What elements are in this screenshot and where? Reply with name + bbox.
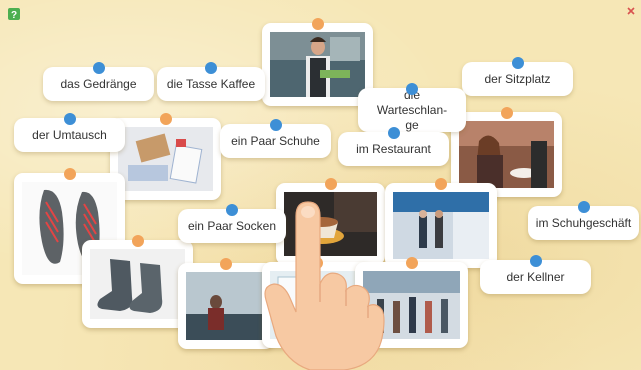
word-label: die Tasse Kaffee: [166, 76, 256, 91]
word-connector-dot[interactable]: [529, 255, 542, 267]
word-label: der Kellner: [506, 269, 565, 284]
woman-restaurant-photo: [459, 121, 554, 188]
photo-card-exchange[interactable]: [110, 113, 221, 200]
word-card-kaffee[interactable]: die Tasse Kaffee: [157, 62, 265, 101]
photo-connector-dot[interactable]: [435, 178, 447, 190]
word-connector-dot[interactable]: [577, 201, 590, 213]
word-card-kellner[interactable]: der Kellner: [480, 255, 591, 294]
package-exchange-photo: [118, 127, 213, 191]
photo-connector-dot[interactable]: [311, 18, 324, 30]
photo-connector-dot[interactable]: [131, 235, 144, 247]
word-card-umtausch[interactable]: der Umtausch: [14, 113, 125, 152]
shopping-mall-photo: [393, 192, 489, 259]
word-connector-dot[interactable]: [406, 83, 418, 95]
waiting-seat-photo: [186, 272, 266, 340]
word-connector-dot[interactable]: [269, 119, 282, 131]
word-card-restaurant[interactable]: im Restaurant: [338, 127, 449, 166]
photo-card-waiting-seat[interactable]: [178, 258, 274, 349]
photo-connector-dot[interactable]: [405, 257, 418, 269]
word-label: der Umtausch: [32, 127, 107, 142]
word-card-schuhgeschaeft[interactable]: im Schuhgeschäft: [528, 201, 639, 240]
word-connector-dot[interactable]: [63, 113, 76, 125]
help-icon[interactable]: ?: [8, 8, 20, 20]
close-icon[interactable]: [627, 7, 635, 15]
word-connector-dot[interactable]: [511, 57, 524, 69]
word-connector-dot[interactable]: [92, 62, 105, 74]
word-label: das Gedränge: [60, 76, 137, 91]
photo-connector-dot[interactable]: [63, 168, 76, 180]
word-card-sitzplatz[interactable]: der Sitzplatz: [462, 57, 573, 96]
photo-connector-dot[interactable]: [500, 107, 513, 119]
photo-connector-dot[interactable]: [159, 113, 172, 125]
socks-photo: [90, 249, 185, 319]
word-label: im Restaurant: [356, 141, 431, 156]
word-card-schuhe[interactable]: ein Paar Schuhe: [220, 119, 331, 158]
word-connector-dot[interactable]: [226, 204, 238, 216]
word-label: der Sitzplatz: [484, 71, 551, 86]
photo-card-shopping-mall[interactable]: [385, 178, 497, 268]
word-card-gedraenge[interactable]: das Gedränge: [43, 62, 154, 101]
hand-pointer-icon: [264, 201, 385, 370]
word-label: ein Paar Schuhe: [231, 133, 320, 148]
word-label: im Schuhgeschäft: [535, 215, 632, 230]
word-card-warteschlange[interactable]: die Warteschlan-ge: [358, 83, 466, 132]
matching-board: ? das Gedränge die Tasse Kaffee der Sitz…: [0, 0, 641, 370]
waiter-photo: [270, 32, 365, 97]
photo-card-socks[interactable]: [82, 235, 193, 328]
photo-connector-dot[interactable]: [220, 258, 232, 270]
word-connector-dot[interactable]: [205, 62, 217, 74]
word-connector-dot[interactable]: [387, 127, 400, 139]
photo-card-waiter[interactable]: [262, 18, 373, 106]
photo-connector-dot[interactable]: [324, 178, 337, 190]
svg-text:?: ?: [11, 10, 17, 20]
